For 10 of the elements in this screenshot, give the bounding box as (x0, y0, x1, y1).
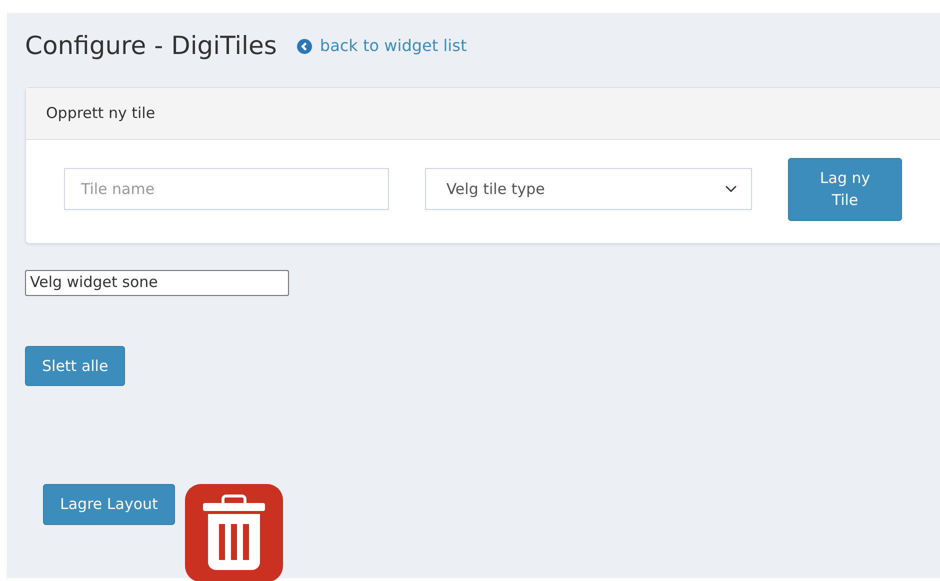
delete-all-button[interactable]: Slett alle (25, 346, 126, 386)
save-layout-button[interactable]: Lagre Layout (43, 484, 175, 524)
card-header: Opprett ny tile (26, 88, 940, 140)
trash-icon[interactable] (184, 484, 283, 581)
create-tile-button[interactable]: Lag ny Tile (788, 158, 902, 220)
widget-zone-select[interactable]: Velg widget sone (25, 270, 289, 296)
back-link[interactable]: back to widget list (296, 34, 467, 58)
page-title: Configure - DigiTiles (25, 31, 277, 61)
tile-name-field[interactable]: Tile name (64, 168, 390, 210)
tile-type-select[interactable]: Velg tile type (425, 168, 752, 210)
